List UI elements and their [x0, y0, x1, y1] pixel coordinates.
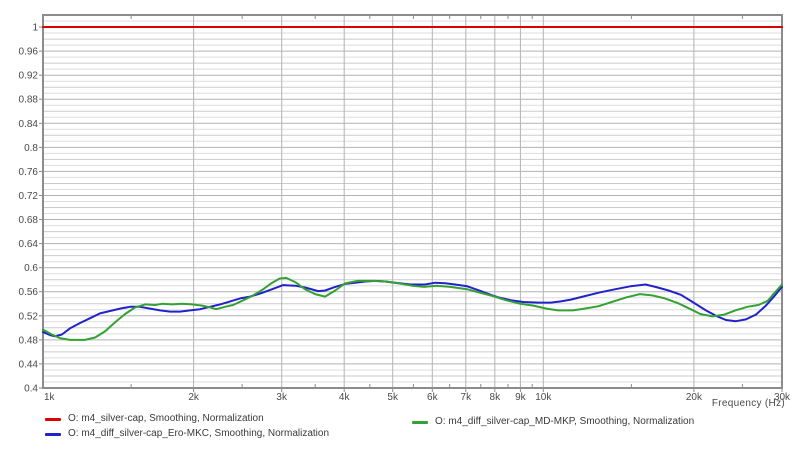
legend-swatch-green — [412, 420, 428, 424]
y-tick-label: 0.8 — [24, 143, 38, 154]
legend-item-ero-mkc: O: m4_diff_silver-cap_Ero-MKC, Smoothing… — [45, 428, 329, 440]
y-axis-tick-labels: 1 0.96 0.92 0.88 0.84 0.8 0.76 0.72 0.68 0.64 0.6 0… — [19, 23, 39, 395]
chart-canvas: 1 0.96 0.92 0.88 0.84 0.8 0.76 0.72 0.68 0.64 0.6 0… — [19, 14, 791, 403]
x-tick-label: 2k — [188, 392, 200, 403]
x-tick-label: 1k — [44, 392, 56, 403]
y-tick-label: 0.6 — [24, 263, 38, 274]
legend-label: O: m4_diff_silver-cap_MD-MKP, Smoothing,… — [435, 416, 695, 427]
y-tick-label: 0.48 — [19, 335, 39, 346]
y-tick-label: 0.88 — [19, 95, 39, 106]
y-tick-label: 0.76 — [19, 167, 39, 178]
y-tick-label: 0.84 — [19, 119, 39, 130]
gridlines-horizontal — [43, 20, 782, 383]
y-tick-label: 0.68 — [19, 215, 39, 226]
y-tick-label: 0.4 — [24, 384, 38, 395]
x-tick-label: 7k — [461, 392, 473, 403]
x-tick-label: 8k — [490, 392, 502, 403]
axis-ticks — [39, 16, 783, 392]
y-tick-label: 1 — [32, 23, 38, 34]
legend-label: O: m4_diff_silver-cap_Ero-MKC, Smoothing… — [68, 428, 330, 439]
y-tick-label: 0.96 — [19, 47, 39, 58]
y-tick-label: 0.44 — [19, 359, 39, 370]
x-tick-label: 10k — [535, 392, 552, 403]
y-tick-label: 0.64 — [19, 239, 39, 250]
x-tick-label: 6k — [427, 392, 439, 403]
y-tick-label: 0.72 — [19, 191, 39, 202]
y-tick-label: 0.56 — [19, 287, 39, 298]
x-tick-label: 5k — [387, 392, 399, 403]
legend-swatch-red — [45, 417, 61, 421]
x-tick-label: 4k — [339, 392, 351, 403]
legend-item-md-mkp: O: m4_diff_silver-cap_MD-MKP, Smoothing,… — [412, 416, 694, 428]
y-tick-label: 0.92 — [19, 71, 39, 82]
x-tick-label: 3k — [276, 392, 288, 403]
x-tick-label: 9k — [515, 392, 527, 403]
chart-window: 1 0.96 0.92 0.88 0.84 0.8 0.76 0.72 0.68 0.64 0.6 0… — [0, 0, 800, 454]
legend-swatch-blue — [45, 432, 61, 436]
x-axis-title: Frequency (Hz) — [711, 398, 785, 409]
legend-item-silver-cap: O: m4_silver-cap, Smoothing, Normalizati… — [45, 413, 264, 425]
legend-label: O: m4_silver-cap, Smoothing, Normalizati… — [68, 413, 264, 424]
y-tick-label: 0.52 — [19, 311, 39, 322]
